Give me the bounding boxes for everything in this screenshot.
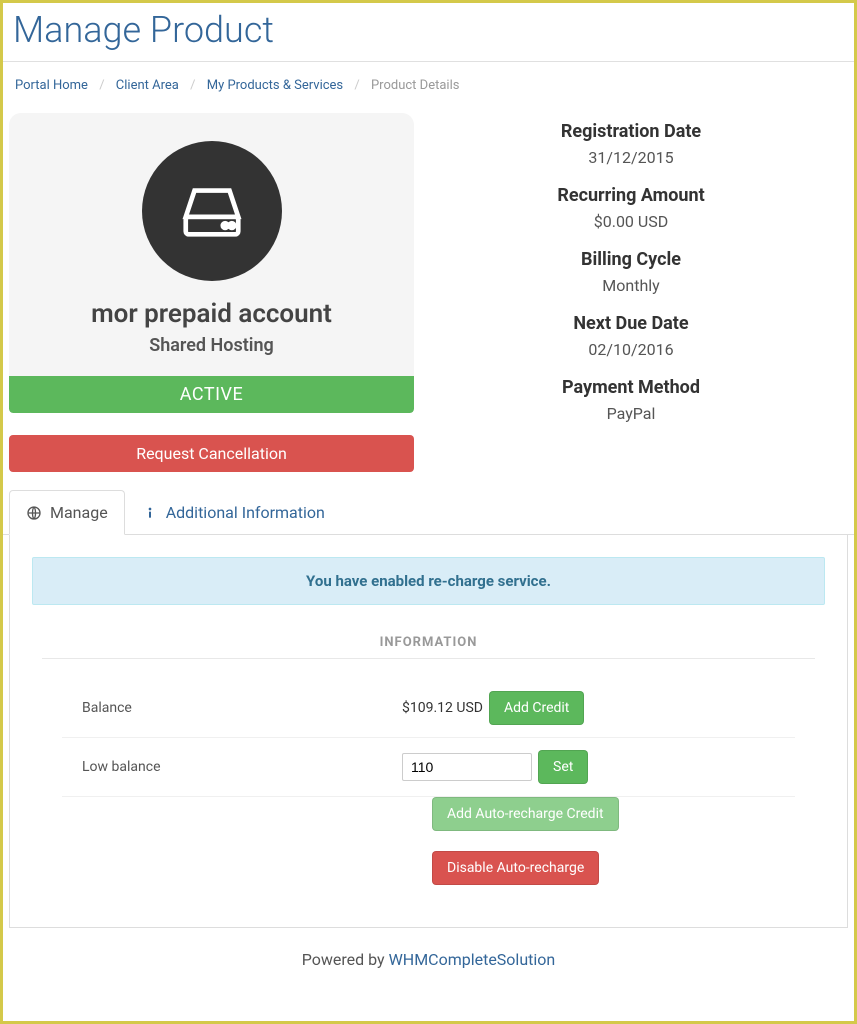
breadcrumb: Portal Home / Client Area / My Products … bbox=[3, 70, 854, 113]
tab-additional-label: Additional Information bbox=[166, 503, 325, 522]
breadcrumb-home[interactable]: Portal Home bbox=[15, 78, 88, 93]
product-group: Shared Hosting bbox=[19, 335, 404, 356]
payment-method-label: Payment Method bbox=[414, 377, 848, 398]
breadcrumb-products[interactable]: My Products & Services bbox=[207, 78, 343, 93]
hdd-icon bbox=[142, 141, 282, 281]
footer-whmcs-link[interactable]: WHMCompleteSolution bbox=[389, 950, 556, 969]
registration-date-label: Registration Date bbox=[414, 121, 848, 142]
footer-powered-by: Powered by bbox=[302, 950, 389, 969]
add-credit-button[interactable]: Add Credit bbox=[489, 691, 584, 725]
balance-row: Balance $109.12 USD Add Credit bbox=[62, 679, 795, 738]
next-due-date-value: 02/10/2016 bbox=[414, 340, 848, 359]
product-name: mor prepaid account bbox=[19, 299, 404, 329]
breadcrumb-client-area[interactable]: Client Area bbox=[116, 78, 179, 93]
product-details: Registration Date 31/12/2015 Recurring A… bbox=[414, 113, 848, 472]
low-balance-row: Low balance Set bbox=[62, 738, 795, 797]
recurring-amount-value: $0.00 USD bbox=[414, 212, 848, 231]
disable-auto-recharge-button[interactable]: Disable Auto-recharge bbox=[432, 851, 599, 885]
globe-icon bbox=[26, 505, 42, 521]
page-title: Manage Product bbox=[3, 3, 854, 62]
info-icon bbox=[142, 505, 158, 521]
low-balance-input[interactable] bbox=[402, 753, 532, 781]
payment-method-value: PayPal bbox=[414, 404, 848, 423]
request-cancellation-button[interactable]: Request Cancellation bbox=[9, 435, 414, 472]
add-auto-recharge-button[interactable]: Add Auto-recharge Credit bbox=[432, 797, 619, 831]
billing-cycle-label: Billing Cycle bbox=[414, 249, 848, 270]
breadcrumb-separator: / bbox=[346, 78, 367, 93]
footer: Powered by WHMCompleteSolution bbox=[3, 928, 854, 979]
tab-bar: Manage Additional Information bbox=[3, 490, 854, 535]
tab-content-manage: You have enabled re-charge service. INFO… bbox=[9, 535, 848, 928]
next-due-date-label: Next Due Date bbox=[414, 313, 848, 334]
tab-manage-label: Manage bbox=[50, 503, 108, 522]
recharge-enabled-alert: You have enabled re-charge service. bbox=[32, 557, 825, 605]
product-card: mor prepaid account Shared Hosting ACTIV… bbox=[9, 113, 414, 413]
tab-manage[interactable]: Manage bbox=[9, 490, 125, 535]
information-header: INFORMATION bbox=[42, 635, 815, 659]
breadcrumb-separator: / bbox=[182, 78, 203, 93]
recurring-amount-label: Recurring Amount bbox=[414, 185, 848, 206]
billing-cycle-value: Monthly bbox=[414, 276, 848, 295]
breadcrumb-separator: / bbox=[91, 78, 112, 93]
tab-additional-info[interactable]: Additional Information bbox=[125, 490, 342, 535]
set-low-balance-button[interactable]: Set bbox=[538, 750, 588, 784]
balance-value: $109.12 USD bbox=[402, 700, 483, 716]
balance-label: Balance bbox=[62, 700, 402, 716]
status-badge: ACTIVE bbox=[9, 376, 414, 413]
breadcrumb-current: Product Details bbox=[371, 78, 459, 93]
low-balance-label: Low balance bbox=[62, 759, 402, 775]
registration-date-value: 31/12/2015 bbox=[414, 148, 848, 167]
